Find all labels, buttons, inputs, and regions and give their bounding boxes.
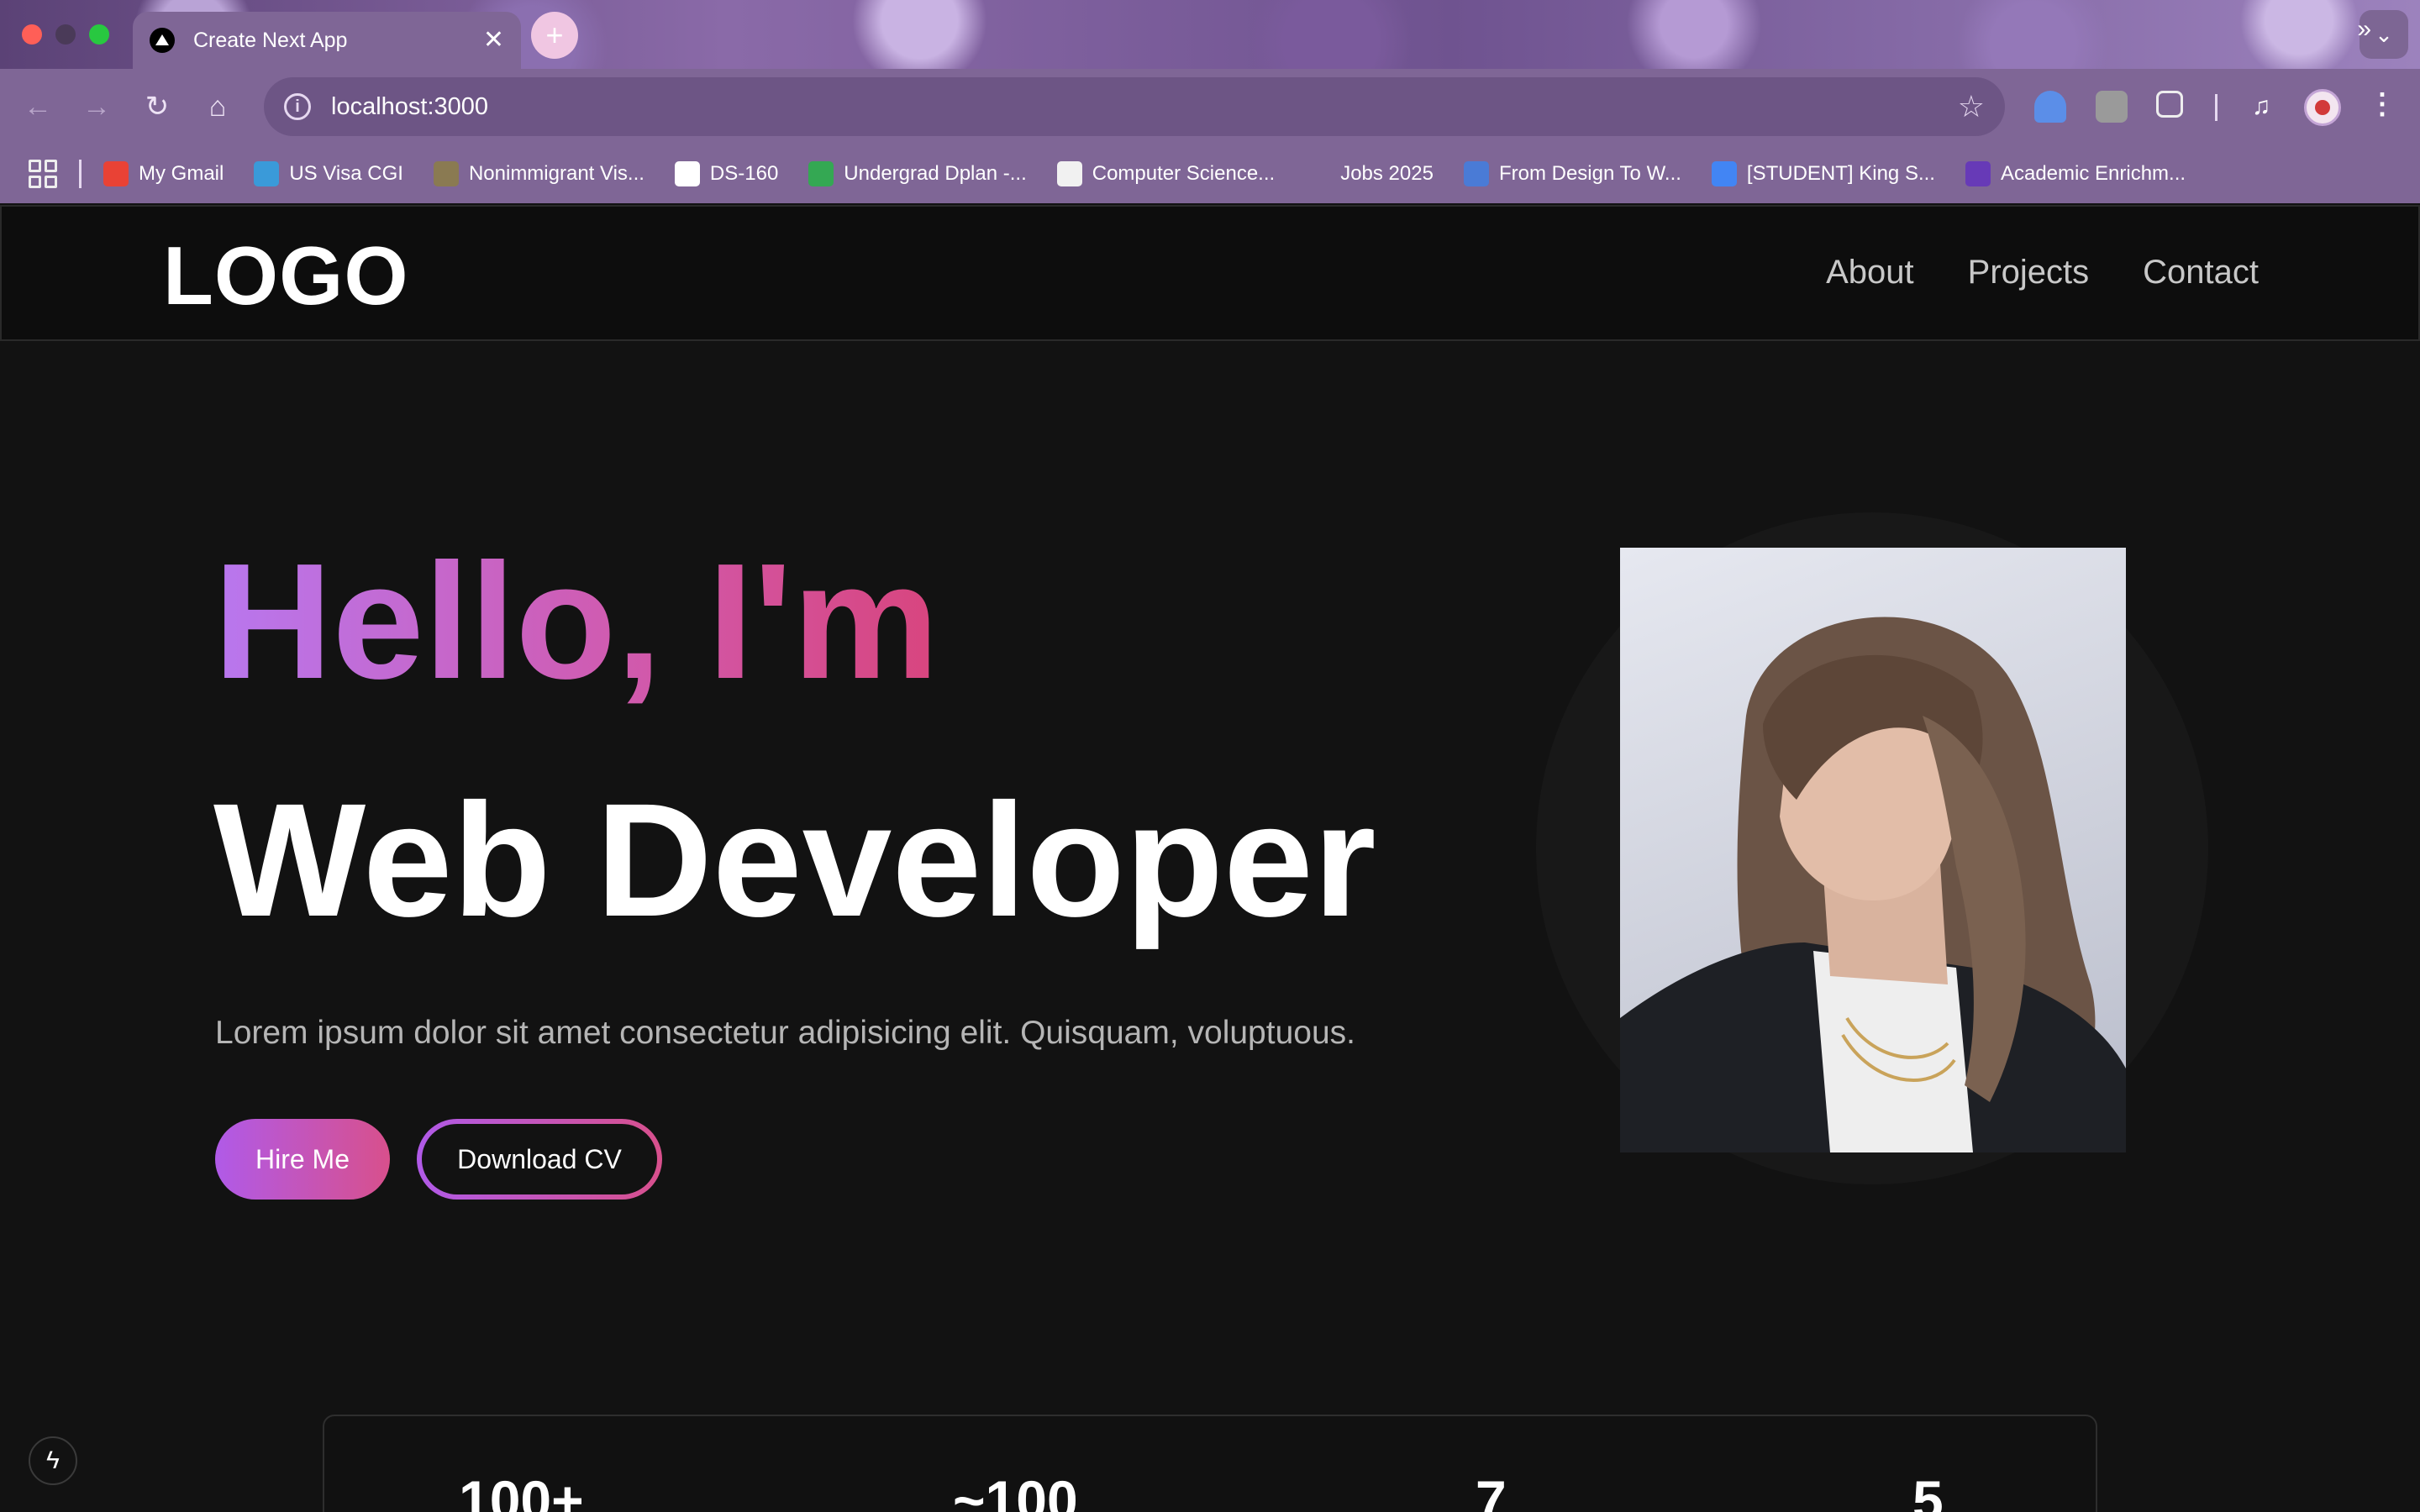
tab-close-icon[interactable]: ✕ — [483, 28, 504, 53]
nextjs-devtools-icon[interactable]: ϟ — [29, 1436, 77, 1485]
page-viewport: LOGO About Projects Contact Hello, I'm W… — [0, 203, 2420, 1512]
reload-icon[interactable]: ↻ — [138, 87, 176, 126]
site-logo[interactable]: LOGO — [163, 228, 409, 323]
nav-link-about[interactable]: About — [1826, 254, 1914, 291]
url-text[interactable]: localhost:3000 — [331, 93, 1958, 121]
forward-arrow-icon[interactable]: → — [77, 87, 116, 126]
nav-link-contact[interactable]: Contact — [2143, 254, 2259, 291]
bookmark-label: Computer Science... — [1092, 162, 1276, 185]
download-cv-button[interactable]: Download CV — [417, 1119, 662, 1200]
home-icon[interactable]: ⌂ — [198, 87, 237, 126]
bookmark-label: My Gmail — [139, 162, 224, 185]
profile-photo — [1620, 548, 2126, 1152]
media-controls-icon[interactable]: ♫ — [2245, 91, 2277, 123]
bookmark-item[interactable]: Academic Enrichm... — [1965, 161, 2186, 186]
bookmark-item[interactable]: US Visa CGI — [254, 161, 403, 186]
site-info-icon[interactable]: i — [284, 93, 311, 120]
stack-extension-icon[interactable] — [2096, 91, 2128, 123]
toolbar-divider — [2215, 94, 2217, 121]
browser-tab-bar: Create Next App ✕ + ⌄ — [0, 0, 2420, 69]
bookmark-label: Undergrad Dplan -... — [844, 162, 1027, 185]
bookmark-item[interactable]: Jobs 2025 — [1305, 161, 1434, 186]
window-maximize-button[interactable] — [89, 24, 109, 45]
nav-link-projects[interactable]: Projects — [1968, 254, 2090, 291]
new-tab-button[interactable]: + — [531, 12, 578, 59]
bookmarks-bar: My Gmail US Visa CGI Nonimmigrant Vis... DS… — [0, 144, 2420, 203]
bookmark-item[interactable]: From Design To W... — [1463, 161, 1681, 186]
bookmark-label: Jobs 2025 — [1340, 162, 1434, 185]
browser-menu-icon[interactable]: ⋮ — [2368, 87, 2396, 121]
bookmark-star-icon[interactable]: ☆ — [1958, 89, 1985, 124]
bookmarks-overflow-icon[interactable]: » — [2357, 15, 2371, 44]
stat-value: 100+ — [459, 1469, 584, 1512]
hero-role-title: Web Developer — [213, 769, 1376, 950]
window-minimize-button[interactable] — [55, 24, 76, 45]
bookmark-label: Academic Enrichm... — [2000, 162, 2186, 185]
stats-card — [323, 1415, 2097, 1512]
stat-value: 5 — [1912, 1469, 1944, 1512]
site-header: LOGO About Projects Contact — [0, 205, 2420, 341]
bookmark-label: Nonimmigrant Vis... — [468, 162, 644, 185]
hire-me-button[interactable]: Hire Me — [215, 1119, 390, 1200]
apps-grid-icon[interactable] — [29, 160, 57, 188]
bookmark-item[interactable]: My Gmail — [103, 161, 224, 186]
hero-description: Lorem ipsum dolor sit amet consectetur a… — [215, 1015, 1355, 1051]
bookmark-favicon-icon — [674, 161, 700, 186]
bookmark-favicon-icon — [1056, 161, 1082, 186]
main-nav: About Projects Contact — [1826, 254, 2259, 291]
bookmark-label: US Visa CGI — [289, 162, 403, 185]
bookmark-favicon-icon — [103, 161, 129, 186]
profile-avatar[interactable] — [2304, 89, 2341, 126]
bookmark-favicon-icon — [1305, 161, 1331, 186]
tab-title: Create Next App — [193, 28, 348, 52]
bookmark-label: [STUDENT] King S... — [1746, 162, 1935, 185]
bookmark-item[interactable]: [STUDENT] King S... — [1711, 161, 1935, 186]
bookmark-favicon-icon — [1711, 161, 1737, 186]
bookmark-label: DS-160 — [709, 162, 779, 185]
bookmark-item[interactable]: DS-160 — [674, 161, 779, 186]
cloud-extension-icon[interactable] — [2034, 91, 2066, 123]
stat-value: 7 — [1476, 1469, 1507, 1512]
address-bar[interactable]: i localhost:3000 ☆ — [264, 77, 2005, 136]
bookmark-favicon-icon — [1965, 161, 1991, 186]
hero-greeting: Hello, I'm — [213, 529, 939, 713]
bookmark-favicon-icon — [808, 161, 834, 186]
bookmark-item[interactable]: Nonimmigrant Vis... — [433, 161, 644, 186]
bookmarks-divider — [79, 160, 82, 188]
bookmark-favicon-icon — [433, 161, 459, 186]
bookmark-favicon-icon — [254, 161, 280, 186]
nextjs-favicon-icon — [150, 28, 175, 53]
back-arrow-icon[interactable]: ← — [18, 87, 57, 126]
window-close-button[interactable] — [22, 24, 42, 45]
bookmark-label: From Design To W... — [1498, 162, 1681, 185]
bookmark-item[interactable]: Computer Science... — [1056, 161, 1276, 186]
browser-tab[interactable]: Create Next App ✕ — [133, 12, 521, 69]
stat-value: ~100 — [953, 1469, 1078, 1512]
bookmark-item[interactable]: Undergrad Dplan -... — [808, 161, 1027, 186]
bookmark-favicon-icon — [1463, 161, 1489, 186]
extensions-puzzle-icon[interactable] — [2156, 91, 2183, 118]
